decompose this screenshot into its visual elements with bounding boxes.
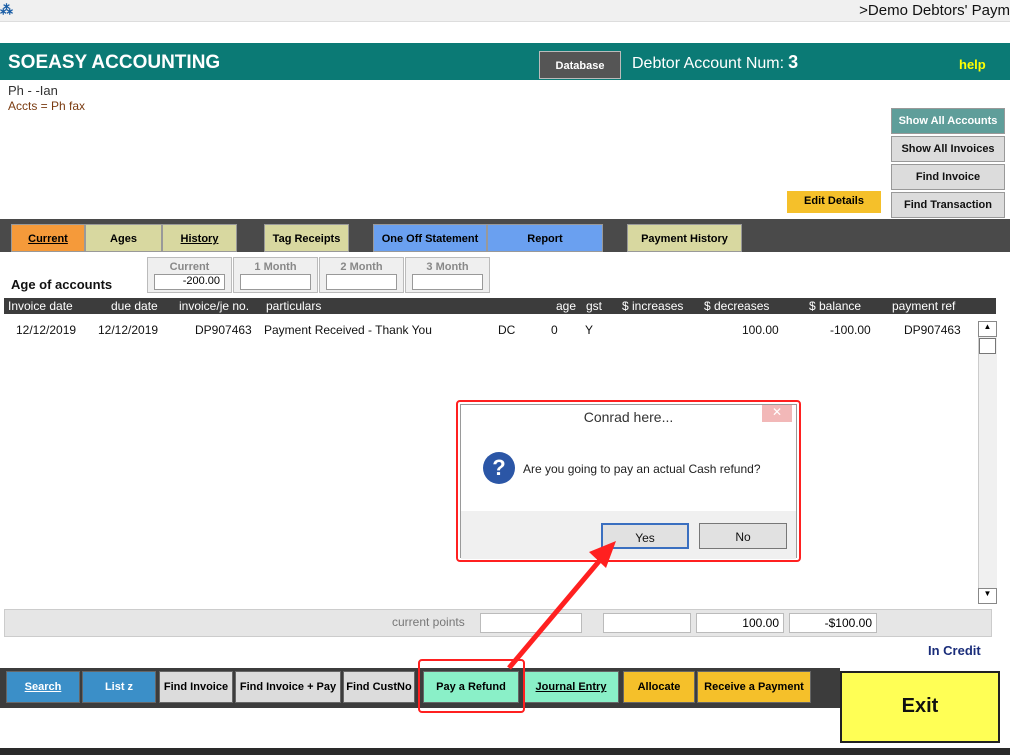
table-header: Invoice date due date invoice/je no. par… — [4, 298, 996, 314]
row-due-date: 12/12/2019 — [98, 323, 159, 337]
accounts-info: Accts = Ph fax — [8, 99, 86, 113]
account-label: Debtor Account Num: 3 — [632, 52, 798, 73]
annotation-arrow — [507, 541, 616, 670]
contact-info: Ph - -Ian — [8, 83, 58, 98]
table-scrollbar[interactable] — [978, 321, 997, 604]
question-icon: ? — [483, 452, 515, 484]
col-invoice-no: invoice/je no. — [179, 299, 250, 313]
row-balance: -100.00 — [830, 323, 871, 337]
age-3month-panel: 3 Month — [405, 257, 490, 293]
find-custno-button[interactable]: Find CustNo — [343, 671, 415, 703]
age-2month-label: 2 Month — [340, 261, 383, 273]
col-due-date: due date — [111, 299, 158, 313]
current-points-label: current points — [392, 615, 465, 629]
balance-total-field: -$100.00 — [789, 613, 877, 633]
row-particulars: Payment Received - Thank You — [264, 323, 432, 337]
close-icon[interactable]: ✕ — [762, 405, 792, 422]
col-particulars: particulars — [266, 299, 322, 313]
col-increases: $ increases — [622, 299, 684, 313]
age-3month-label: 3 Month — [426, 261, 469, 273]
no-button[interactable]: No — [699, 523, 787, 549]
col-age: age — [556, 299, 577, 313]
dialog-title: Conrad here... — [583, 409, 674, 425]
current-points-field — [480, 613, 582, 633]
scroll-down-icon[interactable]: ▼ — [978, 588, 997, 604]
tab-tag-receipts[interactable]: Tag Receipts — [264, 224, 349, 252]
scroll-up-icon[interactable]: ▲ — [978, 321, 997, 337]
age-current-label: Current — [169, 261, 210, 273]
find-invoice-pay-button[interactable]: Find Invoice + Pay — [235, 671, 341, 703]
increases-total-field — [603, 613, 691, 633]
find-transaction-button[interactable]: Find Transaction — [891, 192, 1005, 218]
col-payment-ref: payment ref — [892, 299, 956, 313]
show-all-invoices-button[interactable]: Show All Invoices — [891, 136, 1005, 162]
decreases-total-field: 100.00 — [696, 613, 784, 633]
tab-current[interactable]: Current — [11, 224, 85, 252]
col-decreases: $ decreases — [704, 299, 770, 313]
age-1month-panel: 1 Month — [233, 257, 318, 293]
row-payment-ref: DP907463 — [904, 323, 961, 337]
tab-report[interactable]: Report — [487, 224, 603, 252]
age-of-accounts-label: Age of accounts — [11, 277, 113, 292]
database-button[interactable]: Database — [539, 51, 621, 79]
tab-ages[interactable]: Ages — [85, 224, 162, 252]
row-age: 0 — [551, 323, 558, 337]
tab-one-off-statement[interactable]: One Off Statement — [373, 224, 487, 252]
account-number: 3 — [788, 52, 799, 72]
credit-status: In Credit — [928, 643, 981, 658]
age-2month-panel: 2 Month — [319, 257, 404, 293]
row-invoice-no: DP907463 — [195, 323, 252, 337]
col-gst: gst — [586, 299, 603, 313]
find-invoice-side-button[interactable]: Find Invoice — [891, 164, 1005, 190]
account-label-text: Debtor Account Num: — [632, 55, 785, 72]
tab-payment-history[interactable]: Payment History — [627, 224, 742, 252]
confirm-dialog: Conrad here... ✕ ? Are you going to pay … — [460, 404, 797, 559]
age-current-panel: Current -200.00 — [147, 257, 232, 293]
bottom-edge — [0, 748, 1010, 755]
col-balance: $ balance — [809, 299, 862, 313]
row-decreases: 100.00 — [742, 323, 779, 337]
list-z-button[interactable]: List z — [82, 671, 156, 703]
row-gst: Y — [585, 323, 594, 337]
tab-history[interactable]: History — [162, 224, 237, 252]
exit-button[interactable]: Exit — [840, 671, 1000, 743]
age-2month-value — [326, 274, 397, 290]
age-1month-value — [240, 274, 311, 290]
dialog-message: Are you going to pay an actual Cash refu… — [523, 462, 761, 476]
app-icon: ⁂ — [0, 2, 13, 17]
show-all-accounts-button[interactable]: Show All Accounts — [891, 108, 1005, 134]
help-link[interactable]: help — [959, 57, 986, 72]
journal-entry-button[interactable]: Journal Entry — [523, 671, 619, 703]
row-invoice-date: 12/12/2019 — [16, 323, 77, 337]
age-3month-value — [412, 274, 483, 290]
brand-title: SOEASY ACCOUNTING — [8, 52, 221, 73]
refund-highlight — [418, 659, 525, 713]
col-invoice-date: Invoice date — [8, 299, 73, 313]
find-invoice-button[interactable]: Find Invoice — [159, 671, 233, 703]
age-current-value: -200.00 — [154, 274, 225, 290]
age-1month-label: 1 Month — [254, 261, 297, 273]
allocate-button[interactable]: Allocate — [623, 671, 695, 703]
row-type: DC — [498, 323, 516, 337]
edit-details-button[interactable]: Edit Details — [787, 191, 881, 213]
search-button[interactable]: Search — [6, 671, 80, 703]
window-title: >Demo Debtors' Paym — [859, 2, 1010, 19]
yes-button[interactable]: Yes — [601, 523, 689, 549]
scroll-thumb[interactable] — [979, 338, 996, 354]
receive-payment-button[interactable]: Receive a Payment — [697, 671, 811, 703]
